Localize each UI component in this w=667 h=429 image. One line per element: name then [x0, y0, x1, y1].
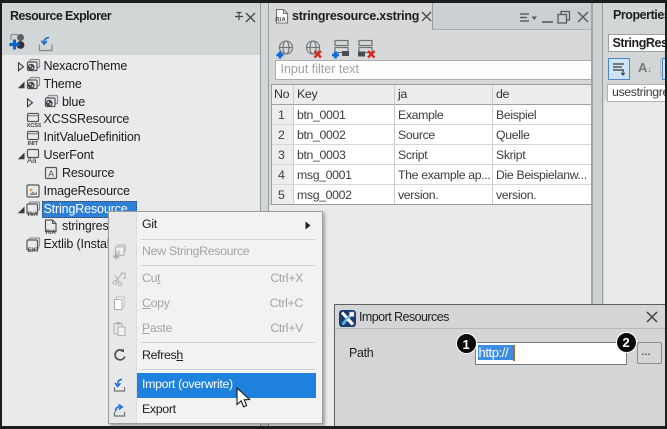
svg-text:R/A: R/A	[275, 16, 286, 23]
svg-text:R/A: R/A	[46, 230, 57, 235]
svg-text:Aa: Aa	[27, 156, 37, 164]
svg-text:EXT: EXT	[28, 248, 40, 253]
svg-text:XCSS: XCSS	[27, 123, 42, 128]
svg-text:A: A	[48, 169, 54, 179]
svg-text:INIT: INIT	[28, 141, 39, 146]
svg-text:R/A: R/A	[28, 212, 39, 217]
